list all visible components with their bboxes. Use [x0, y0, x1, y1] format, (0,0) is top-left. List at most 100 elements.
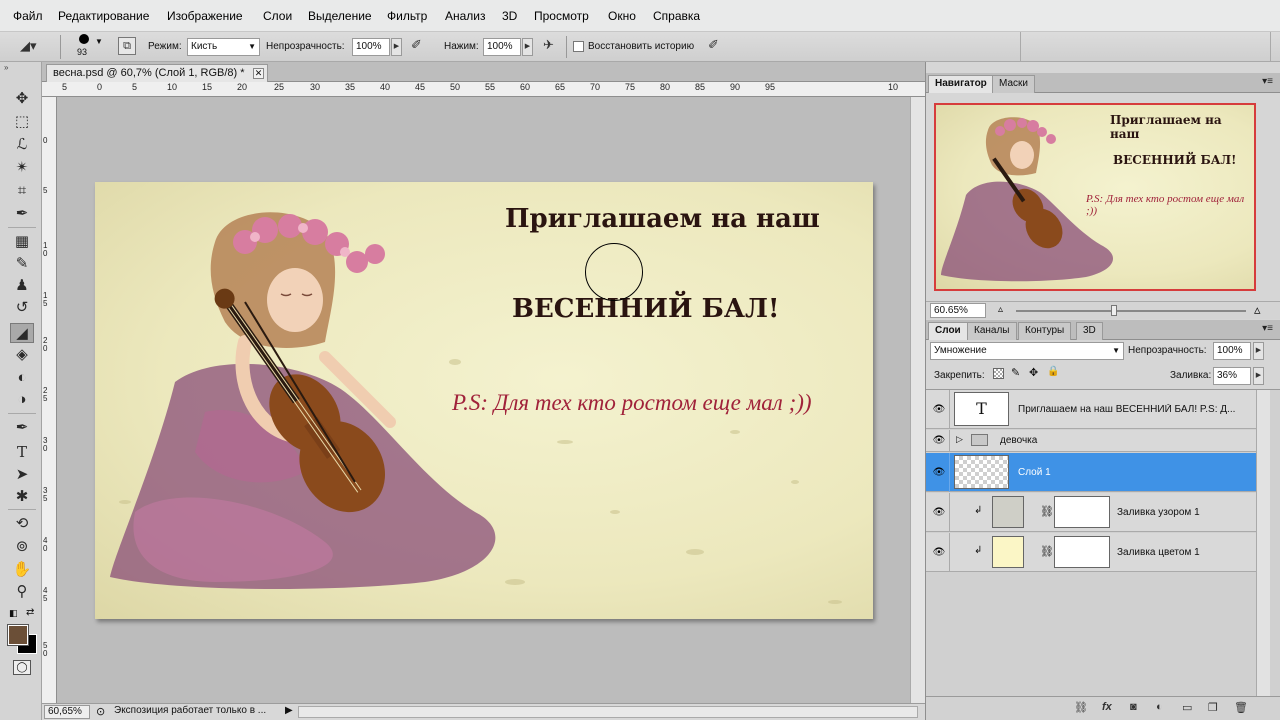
menu-filter[interactable]: Фильтр — [387, 9, 427, 23]
menu-file[interactable]: Файл — [13, 9, 43, 23]
blend-mode-select[interactable]: Умножение ▼ — [930, 342, 1124, 360]
opacity-slider-button[interactable]: ▶ — [391, 38, 402, 56]
brush-panel-toggle-icon[interactable]: ⧉ — [118, 37, 136, 55]
foreground-color-swatch[interactable] — [7, 624, 29, 646]
fill-slider-button[interactable]: ▶ — [1253, 367, 1264, 385]
layer-name[interactable]: Заливка узором 1 — [1117, 507, 1200, 518]
zoom-tool-icon[interactable]: ⚲ — [10, 582, 34, 602]
menu-select[interactable]: Выделение — [308, 9, 372, 23]
collapse-toolbox-icon[interactable]: » — [4, 63, 8, 72]
move-tool-icon[interactable]: ✥ — [10, 89, 34, 109]
default-colors-icon[interactable]: ◧ — [9, 608, 18, 619]
link-layers-icon[interactable]: ⛓ — [1074, 701, 1088, 714]
eraser-tool-icon[interactable]: ◢ — [10, 323, 34, 343]
menu-help[interactable]: Справка — [653, 9, 700, 23]
adjustment-layer-icon[interactable]: ◐ — [1156, 701, 1163, 713]
eyedropper-tool-icon[interactable]: ✒ — [10, 204, 34, 224]
status-menu-arrow-icon[interactable]: ▶ — [285, 705, 293, 716]
3d-orbit-tool-icon[interactable]: ⊚ — [10, 537, 34, 557]
brush-tool-icon[interactable]: ✎ — [10, 254, 34, 274]
fill-input[interactable]: 36% — [1213, 367, 1251, 385]
swap-colors-icon[interactable]: ⇄ — [26, 607, 34, 618]
layers-scrollbar[interactable] — [1256, 390, 1270, 697]
crop-tool-icon[interactable]: ⌗ — [10, 181, 34, 201]
tab-paths[interactable]: Контуры — [1018, 322, 1072, 340]
layer-name[interactable]: Заливка цветом 1 — [1117, 547, 1200, 558]
add-mask-icon[interactable]: ◙ — [1130, 701, 1137, 713]
menu-3d[interactable]: 3D — [502, 9, 517, 23]
pen-tool-icon[interactable]: ✒ — [10, 418, 34, 438]
tab-masks[interactable]: Маски — [992, 75, 1035, 93]
tab-navigator[interactable]: Навигатор — [928, 75, 994, 93]
clone-stamp-tool-icon[interactable]: ♟ — [10, 276, 34, 296]
restore-history-checkbox[interactable] — [573, 41, 584, 52]
canvas-area[interactable]: Приглашаем на наш ВЕСЕННИЙ БАЛ! P.S: Для… — [57, 97, 910, 703]
zoom-in-icon[interactable]: ▵ — [1254, 302, 1261, 318]
custom-shape-tool-icon[interactable]: ✱ — [10, 487, 34, 507]
hand-tool-icon[interactable]: ✋ — [10, 560, 34, 580]
status-info-icon[interactable]: ⊙ — [96, 705, 105, 718]
lock-all-icon[interactable]: 🔒 — [1047, 366, 1059, 377]
type-tool-icon[interactable]: T — [10, 442, 34, 462]
vertical-scrollbar[interactable] — [910, 97, 925, 703]
eraser-tool-preset-icon[interactable]: ◢▾ — [20, 38, 37, 54]
layer-opacity-slider-button[interactable]: ▶ — [1253, 342, 1264, 360]
tab-3d[interactable]: 3D — [1076, 322, 1103, 340]
zoom-out-icon[interactable]: ▵ — [998, 304, 1003, 315]
brush-preset-picker[interactable]: ▼ 93 — [74, 34, 110, 60]
layer-name[interactable]: Приглашаем на наш ВЕСЕННИЙ БАЛ! P.S: Д..… — [1018, 404, 1250, 415]
visibility-eye-icon[interactable]: 👁 — [932, 546, 946, 560]
menu-layers[interactable]: Слои — [263, 9, 292, 23]
layer-row-group[interactable]: 👁 ▷ девочка — [926, 430, 1256, 452]
new-layer-icon[interactable]: ❐ — [1208, 701, 1218, 714]
marquee-tool-icon[interactable]: ⬚ — [10, 112, 34, 132]
navigator-zoom-input[interactable]: 60.65% — [930, 303, 986, 318]
document-tab[interactable]: весна.psd @ 60,7% (Слой 1, RGB/8) * ✕ — [46, 64, 268, 83]
lasso-tool-icon[interactable]: ℒ — [10, 135, 34, 155]
layer-style-icon[interactable]: fx — [1102, 701, 1112, 713]
lock-transparency-icon[interactable] — [993, 368, 1004, 379]
close-icon[interactable]: ✕ — [253, 68, 264, 79]
horizontal-scrollbar[interactable] — [298, 706, 918, 718]
menu-image[interactable]: Изображение — [167, 9, 243, 23]
artboard[interactable]: Приглашаем на наш ВЕСЕННИЙ БАЛ! P.S: Для… — [95, 182, 873, 619]
zoom-status-field[interactable]: 60,65% — [44, 705, 90, 719]
link-chain-icon[interactable]: ⛓ — [1040, 505, 1054, 518]
visibility-eye-icon[interactable]: 👁 — [932, 434, 946, 448]
link-chain-icon[interactable]: ⛓ — [1040, 545, 1054, 558]
layer-opacity-input[interactable]: 100% — [1213, 342, 1251, 360]
layer-name[interactable]: девочка — [1000, 435, 1037, 446]
menu-view[interactable]: Просмотр — [534, 9, 589, 23]
layer-row-pattern-fill[interactable]: 👁 ↲ ⛓ Заливка узором 1 — [926, 493, 1256, 532]
menu-window[interactable]: Окно — [608, 9, 636, 23]
mask-thumbnail[interactable] — [1054, 496, 1110, 528]
layer-row-selected[interactable]: 👁 Слой 1 — [926, 453, 1256, 492]
delete-layer-icon[interactable]: 🗑 — [1234, 701, 1248, 714]
tab-channels[interactable]: Каналы — [967, 322, 1017, 340]
airbrush-icon[interactable]: ✈ — [543, 37, 554, 53]
path-selection-tool-icon[interactable]: ➤ — [10, 465, 34, 485]
healing-brush-tool-icon[interactable]: ▦ — [10, 232, 34, 252]
magic-wand-tool-icon[interactable]: ✴ — [10, 158, 34, 178]
tab-layers[interactable]: Слои — [928, 322, 968, 340]
dodge-tool-icon[interactable]: ◑ — [10, 390, 34, 410]
pressure-slider-button[interactable]: ▶ — [522, 38, 533, 56]
lock-pixels-icon[interactable]: ✎ — [1011, 366, 1020, 379]
layer-row-color-fill[interactable]: 👁 ↲ ⛓ Заливка цветом 1 — [926, 533, 1256, 572]
mode-select[interactable]: Кисть ▼ — [187, 38, 260, 56]
expand-triangle-icon[interactable]: ▷ — [956, 434, 963, 445]
visibility-eye-icon[interactable]: 👁 — [932, 466, 946, 480]
paint-bucket-tool-icon[interactable]: ◈ — [10, 345, 34, 365]
tablet-opacity-icon[interactable]: ✐ — [411, 37, 422, 53]
panel-menu-icon[interactable]: ▾≡ — [1262, 76, 1273, 87]
quick-mask-icon[interactable]: ◯ — [13, 660, 31, 675]
history-brush-tool-icon[interactable]: ↺ — [10, 298, 34, 318]
visibility-eye-icon[interactable]: 👁 — [932, 506, 946, 520]
navigator-zoom-slider-thumb[interactable] — [1111, 305, 1117, 316]
navigator-preview[interactable]: Приглашаем на наш ВЕСЕННИЙ БАЛ! P.S: Для… — [934, 103, 1256, 291]
opacity-input[interactable]: 100% — [352, 38, 390, 56]
navigator-zoom-slider[interactable] — [1016, 310, 1246, 312]
lock-position-icon[interactable]: ✥ — [1029, 366, 1038, 379]
3d-rotate-tool-icon[interactable]: ⟲ — [10, 514, 34, 534]
menu-edit[interactable]: Редактирование — [58, 9, 149, 23]
